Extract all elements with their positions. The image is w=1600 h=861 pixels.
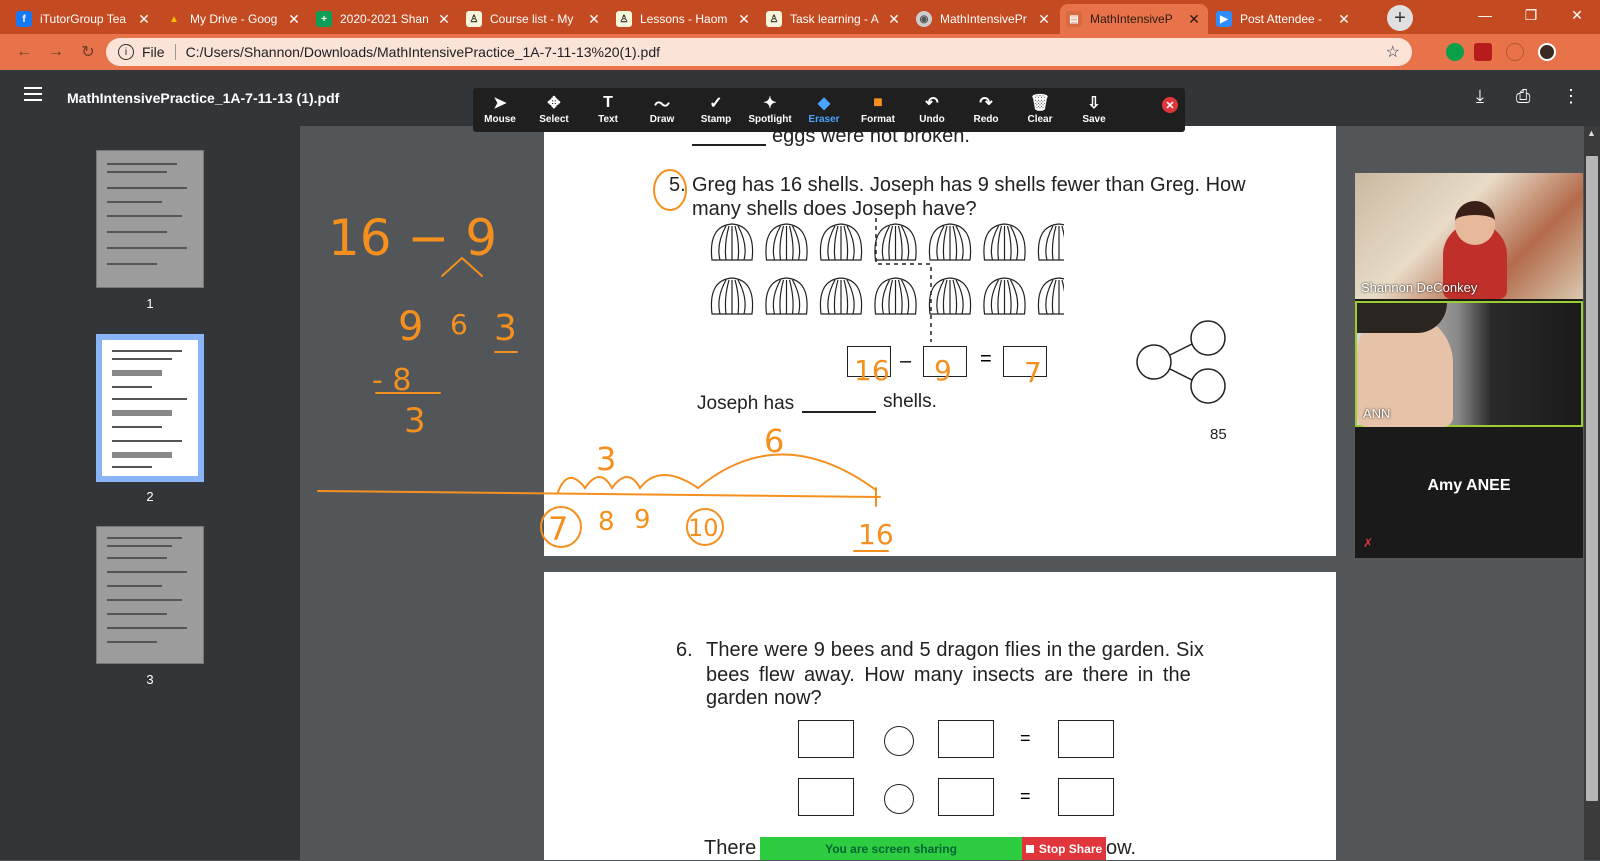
tool-undo-button[interactable]: ↶ Undo <box>905 92 959 130</box>
participant-name: Shannon DeConkey <box>1361 280 1478 295</box>
mic-muted-icon: ✗ <box>1363 536 1374 550</box>
handwritten-seven: 7 <box>548 510 568 548</box>
handwritten-box-2: 9 <box>934 354 952 387</box>
participant-video-2[interactable]: ANN <box>1355 301 1583 427</box>
tool-select-button[interactable]: ✥ Select <box>527 92 581 130</box>
tool-save-button[interactable]: ⇩ Save <box>1067 92 1121 130</box>
handwritten-eight: 8 <box>598 507 615 537</box>
hop-arc-large <box>697 453 877 491</box>
stop-share-button[interactable]: Stop Share <box>1022 837 1106 860</box>
stamp-icon: ✓ <box>709 95 723 112</box>
undo-icon: ↶ <box>925 95 939 112</box>
annotation-toolbar: ✕ ➤ Mouse ✥ Select T Text 〜 Draw ✓ Stamp ✦ Spotligh… <box>473 88 1185 132</box>
tool-draw-button[interactable]: 〜 Draw <box>635 92 689 130</box>
tool-label: Stamp <box>700 114 732 125</box>
stop-icon <box>1025 844 1034 853</box>
trash-icon: 🗑 <box>1029 95 1051 112</box>
scrollbar-thumb[interactable] <box>1586 156 1598 801</box>
scroll-up-icon[interactable]: ▲ <box>1587 128 1596 138</box>
handwritten-box-1: 16 <box>854 354 890 387</box>
handwritten-ten: 10 <box>688 514 719 542</box>
tool-label: Eraser <box>808 114 840 125</box>
spotlight-icon: ✦ <box>763 95 777 112</box>
tool-clear-button[interactable]: 🗑 Clear <box>1013 92 1067 130</box>
tool-label: Spotlight <box>748 114 792 125</box>
tool-label: Draw <box>649 114 675 125</box>
participants-panel: Shannon DeConkey ANN Amy ANEE ✗ <box>1355 173 1583 558</box>
tool-redo-button[interactable]: ↷ Redo <box>959 92 1013 130</box>
screen-share-status[interactable]: You are screen sharing <box>760 837 1022 860</box>
stop-share-label: Stop Share <box>1038 841 1103 856</box>
close-annotation-icon[interactable]: ✕ <box>1162 97 1178 113</box>
draw-icon: 〜 <box>653 97 670 114</box>
tool-label: Select <box>539 114 569 125</box>
tool-label: Text <box>598 114 618 125</box>
handwritten-equation: 16 − 9 <box>328 209 497 267</box>
participant-namecard[interactable]: Amy ANEE ✗ <box>1355 429 1583 558</box>
tool-label: Clear <box>1027 114 1053 125</box>
hop-arcs-small <box>557 474 699 493</box>
save-icon: ⇩ <box>1087 95 1101 112</box>
number-line <box>317 490 881 498</box>
participant-video-1[interactable]: Shannon DeConkey <box>1355 173 1583 299</box>
cursor-icon: ➤ <box>493 95 507 112</box>
tool-stamp-button[interactable]: ✓ Stamp <box>689 92 743 130</box>
tool-eraser-button[interactable]: ◆ Eraser <box>797 92 851 130</box>
handwritten-nine: 9 <box>398 304 423 350</box>
tool-label: Save <box>1082 114 1106 125</box>
tool-label: Redo <box>973 114 999 125</box>
handwritten-nine-nl: 9 <box>634 505 651 535</box>
handwritten-arc-three: 3 <box>596 440 616 478</box>
tool-label: Undo <box>919 114 945 125</box>
tool-label: Mouse <box>484 114 516 125</box>
handwritten-box-3: 7 <box>1024 356 1042 389</box>
tool-spotlight-button[interactable]: ✦ Spotlight <box>743 92 797 130</box>
participant-name: Amy ANEE <box>1427 477 1511 494</box>
text-icon: T <box>603 94 613 111</box>
tool-label: Format <box>861 114 895 125</box>
tool-mouse-button[interactable]: ➤ Mouse <box>473 92 527 130</box>
tool-format-button[interactable]: ■ Format <box>851 92 905 130</box>
handwritten-sixteen: 16 <box>858 518 894 551</box>
handwritten-three: 3 <box>494 308 517 349</box>
format-icon: ■ <box>873 94 883 111</box>
tool-text-button[interactable]: T Text <box>581 92 635 130</box>
share-status-text: You are screen sharing <box>825 841 957 856</box>
redo-icon: ↷ <box>979 95 993 112</box>
handwritten-result: 3 <box>404 401 426 441</box>
handwritten-arc-six: 6 <box>764 422 784 460</box>
circle-question-number <box>653 169 687 211</box>
vertical-scrollbar[interactable]: ▲ <box>1584 126 1600 860</box>
participant-name: ANN <box>1363 406 1391 421</box>
eraser-icon: ◆ <box>817 95 831 112</box>
handwritten-minus-eight: - 8 <box>372 363 411 398</box>
move-icon: ✥ <box>547 95 561 112</box>
handwritten-six: 6 <box>450 308 468 341</box>
participant-face <box>1455 201 1495 245</box>
